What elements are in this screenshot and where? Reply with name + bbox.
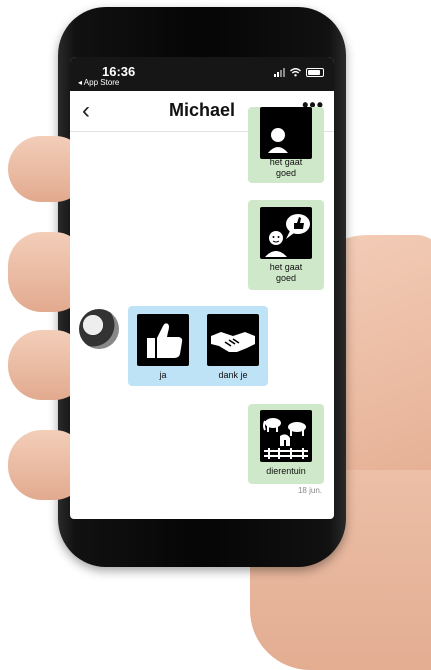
pictogram-label: ja: [159, 370, 167, 380]
back-to-app-store-link[interactable]: ◂ App Store: [78, 78, 119, 87]
message-date: 18 jun.: [297, 486, 322, 495]
person-icon: [260, 107, 312, 159]
pictogram-label: goed: [275, 168, 297, 178]
pictogram-label: het gaat: [269, 157, 303, 167]
thumbs-up-icon: [137, 314, 189, 366]
phone-screen: 16:36 ◂ App Store ‹ Michael ••• het gaat…: [70, 57, 334, 519]
status-time: 16:36: [102, 64, 136, 79]
wifi-icon: [290, 68, 301, 77]
message-bubble-outgoing[interactable]: het gaat goed: [248, 200, 324, 290]
pictogram-label: het gaat: [269, 262, 303, 272]
contact-avatar[interactable]: [79, 309, 119, 349]
battery-icon: [306, 68, 324, 77]
handshake-icon: [207, 314, 259, 366]
status-bar: 16:36 ◂ App Store: [70, 57, 334, 91]
pictogram-label: goed: [275, 273, 297, 283]
pictogram-label: dank je: [218, 370, 248, 380]
message-bubble-incoming[interactable]: ja dank je: [128, 306, 268, 386]
signal-icon: [274, 68, 285, 77]
person-thumbs-up-icon: [260, 207, 312, 259]
pictogram-label: dierentuin: [266, 466, 306, 476]
message-bubble-outgoing[interactable]: dierentuin: [248, 404, 324, 484]
status-icons: [274, 68, 324, 77]
zoo-animals-icon: [260, 410, 312, 462]
message-bubble-outgoing[interactable]: het gaat goed: [248, 107, 324, 183]
